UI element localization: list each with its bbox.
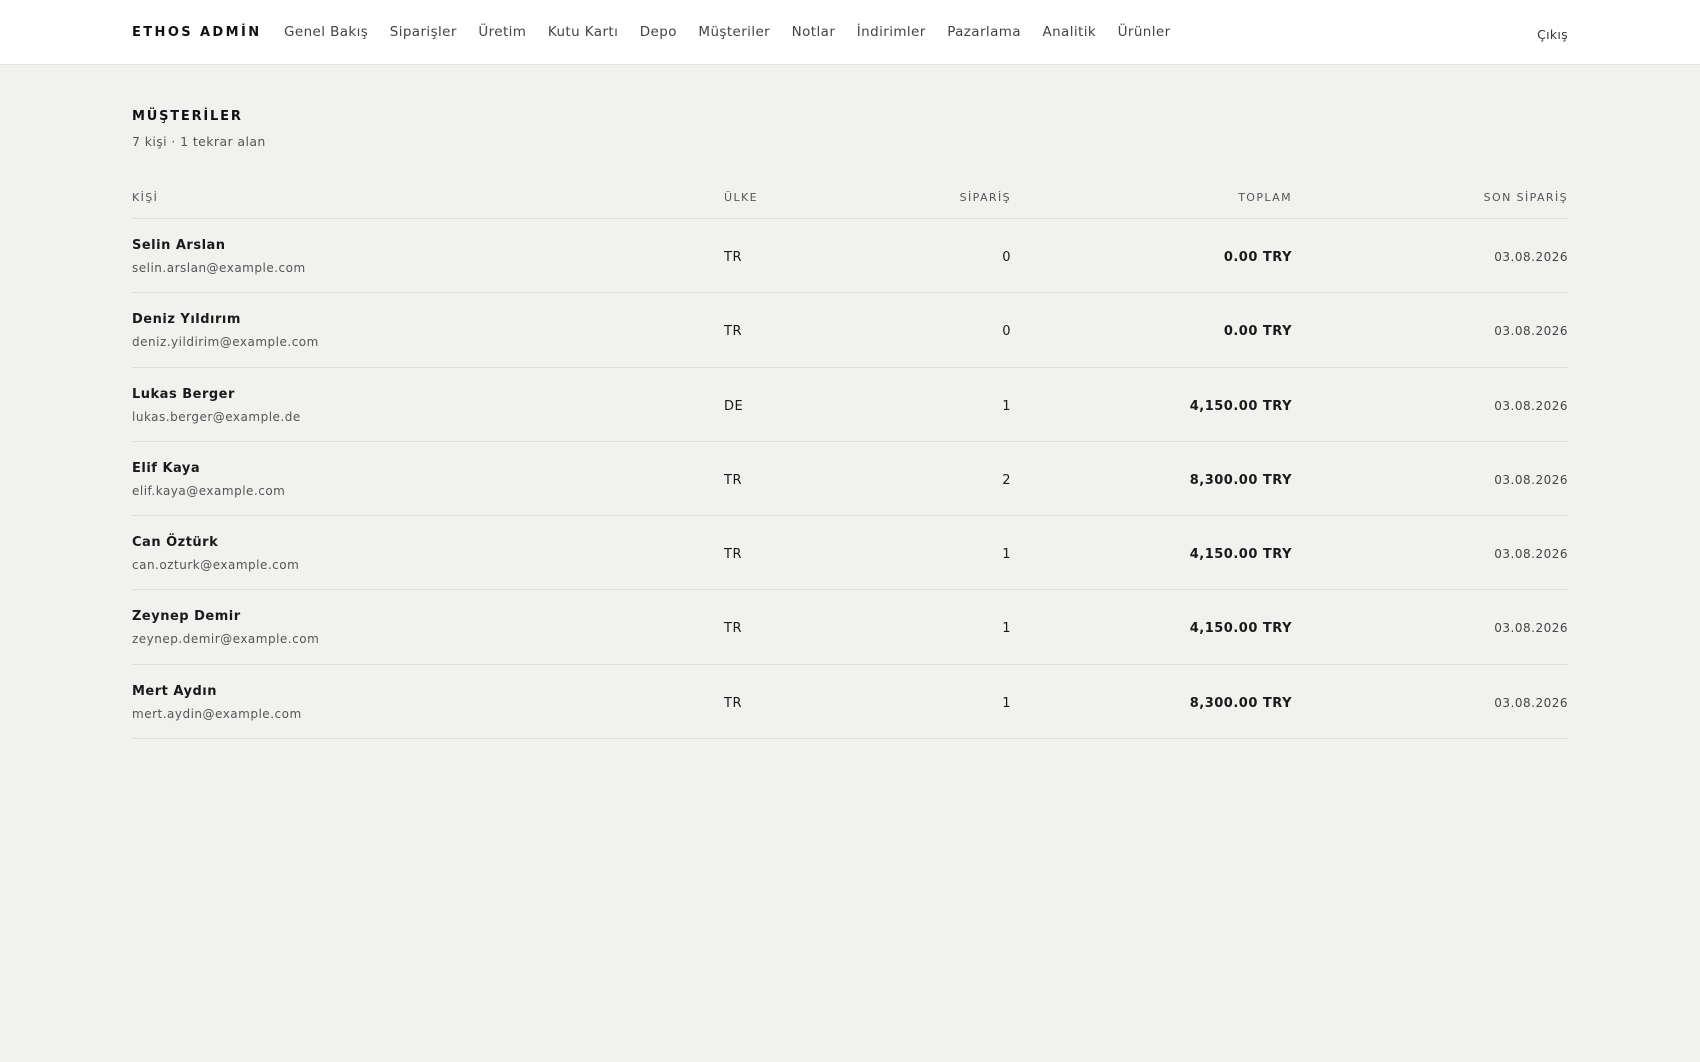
nav-item-overview[interactable]: Genel Bakış (284, 24, 368, 40)
nav-item-customers[interactable]: Müşteriler (698, 24, 770, 40)
customer-total: 0.00 TRY (1223, 250, 1292, 265)
customer-email: elif.kaya@example.com (132, 483, 286, 498)
main-nav: Genel Bakış Siparişler Üretim Kutu Kartı… (284, 24, 1192, 40)
customer-order-count: 1 (1002, 398, 1011, 414)
customer-total: 8,300.00 TRY (1189, 472, 1292, 488)
customer-email: zeynep.demir@example.com (132, 632, 320, 647)
brand-logo[interactable]: ETHOS ADMİN (132, 25, 261, 40)
customer-last-order: 03.08.2026 (1494, 398, 1568, 413)
customer-country: TR (724, 621, 742, 637)
customer-last-order: 03.08.2026 (1494, 695, 1568, 710)
customer-order-count: 0 (1002, 250, 1011, 265)
table-row[interactable]: Can Öztürk can.ozturk@example.com TR 1 4… (132, 516, 1568, 591)
logout-link[interactable]: Çıkış (1537, 27, 1568, 42)
customer-total: 4,150.00 TRY (1189, 398, 1292, 414)
customer-order-count: 2 (1002, 472, 1011, 488)
customer-country: TR (724, 547, 742, 563)
nav-item-analytics[interactable]: Analitik (1042, 24, 1096, 40)
nav-item-production[interactable]: Üretim (478, 24, 526, 40)
customer-country: DE (724, 398, 744, 414)
customer-last-order: 03.08.2026 (1494, 472, 1568, 487)
customer-order-count: 0 (1002, 324, 1011, 340)
table-row[interactable]: Lukas Berger lukas.berger@example.de DE … (132, 368, 1568, 442)
customer-name: Mert Aydın (132, 683, 217, 699)
column-header-last-order[interactable]: SON SİPARİŞ (1484, 191, 1568, 204)
customer-order-count: 1 (1002, 621, 1011, 637)
column-header-total[interactable]: TOPLAM (1238, 191, 1292, 204)
customer-email: lukas.berger@example.de (132, 409, 301, 424)
table-header: KİŞİ ÜLKE SİPARİŞ TOPLAM SON SİPARİŞ (132, 187, 1568, 219)
nav-item-notes[interactable]: Notlar (792, 24, 836, 40)
page-subtitle: 7 kişi · 1 tekrar alan (132, 134, 266, 149)
page-header: MÜŞTERİLER 7 kişi · 1 tekrar alan (132, 109, 266, 149)
nav-item-orders[interactable]: Siparişler (390, 24, 457, 40)
customer-email: mert.aydin@example.com (132, 706, 302, 721)
customer-last-order: 03.08.2026 (1494, 250, 1568, 264)
customer-total: 0.00 TRY (1223, 324, 1292, 340)
customer-order-count: 1 (1002, 547, 1011, 563)
page-title: MÜŞTERİLER (132, 109, 243, 124)
nav-item-discounts[interactable]: İndirimler (857, 24, 926, 40)
customer-total: 4,150.00 TRY (1189, 621, 1292, 637)
nav-item-warehouse[interactable]: Depo (640, 24, 677, 40)
nav-item-products[interactable]: Ürünler (1118, 24, 1171, 40)
customers-table: KİŞİ ÜLKE SİPARİŞ TOPLAM SON SİPARİŞ Sel… (132, 187, 1568, 740)
table-row[interactable]: Elif Kaya elif.kaya@example.com TR 2 8,3… (132, 442, 1568, 517)
nav-item-marketing[interactable]: Pazarlama (947, 24, 1021, 40)
customer-total: 4,150.00 TRY (1189, 547, 1292, 563)
customer-email: selin.arslan@example.com (132, 261, 306, 275)
nav-item-box-card[interactable]: Kutu Kartı (548, 24, 618, 40)
customer-name: Zeynep Demir (132, 609, 241, 625)
column-header-person[interactable]: KİŞİ (132, 191, 158, 204)
customer-order-count: 1 (1002, 695, 1011, 711)
customer-name: Elif Kaya (132, 460, 201, 476)
customer-total: 8,300.00 TRY (1189, 695, 1292, 711)
customer-country: TR (724, 250, 742, 265)
customer-name: Lukas Berger (132, 386, 235, 402)
customer-name: Can Öztürk (132, 535, 219, 551)
customer-last-order: 03.08.2026 (1494, 621, 1568, 636)
customer-name: Deniz Yıldırım (132, 312, 241, 328)
customer-country: TR (724, 324, 742, 340)
customer-last-order: 03.08.2026 (1494, 547, 1568, 562)
table-row[interactable]: Mert Aydın mert.aydin@example.com TR 1 8… (132, 665, 1568, 740)
table-row[interactable]: Selin Arslan selin.arslan@example.com TR… (132, 219, 1568, 294)
table-row[interactable]: Zeynep Demir zeynep.demir@example.com TR… (132, 590, 1568, 665)
table-row[interactable]: Deniz Yıldırım deniz.yildirim@example.co… (132, 293, 1568, 368)
customer-name: Selin Arslan (132, 238, 226, 253)
customer-email: deniz.yildirim@example.com (132, 335, 319, 350)
column-header-orders[interactable]: SİPARİŞ (960, 191, 1011, 204)
customer-email: can.ozturk@example.com (132, 558, 300, 573)
customer-country: TR (724, 472, 742, 488)
customer-country: TR (724, 695, 742, 711)
column-header-country[interactable]: ÜLKE (724, 191, 758, 204)
top-navigation-bar: ETHOS ADMİN Genel Bakış Siparişler Üreti… (0, 0, 1700, 65)
customer-last-order: 03.08.2026 (1494, 324, 1568, 339)
